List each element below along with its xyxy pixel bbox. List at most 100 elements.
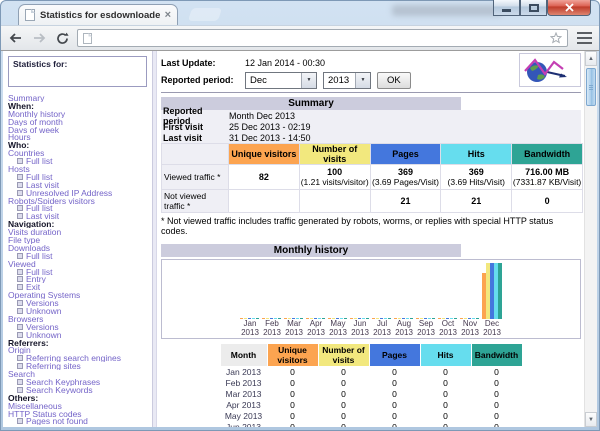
sidebar-item[interactable]: Visits duration bbox=[8, 228, 152, 236]
sidebar-item[interactable]: Last visit bbox=[8, 181, 152, 189]
sidebar-item[interactable]: Downloads bbox=[8, 244, 152, 252]
sidebar-item[interactable]: Browsers bbox=[8, 315, 152, 323]
sidebar-item[interactable]: Referring search engines bbox=[8, 354, 152, 362]
sidebar-item[interactable]: HTTP Status codes bbox=[8, 410, 152, 418]
sidebar-item[interactable]: Exit bbox=[8, 283, 152, 291]
sidebar-item[interactable]: Full list bbox=[8, 252, 152, 260]
browser-tab[interactable]: Statistics for esdownloade × bbox=[18, 4, 178, 25]
dropdown-arrow-icon[interactable]: ▼ bbox=[355, 72, 370, 88]
expand-icon[interactable] bbox=[17, 323, 23, 330]
value-cell: 0 bbox=[392, 411, 397, 421]
sidebar-item[interactable]: Hosts bbox=[8, 165, 152, 173]
sidebar-item-label: Downloads bbox=[8, 243, 51, 252]
expand-icon[interactable] bbox=[17, 386, 23, 393]
sidebar-section-header: Referrers: bbox=[8, 339, 152, 347]
scroll-up-button[interactable]: ▲ bbox=[585, 51, 597, 66]
sidebar-item[interactable]: Monthly history bbox=[8, 110, 152, 118]
table-row: May 2013 0 0 0 0 0 bbox=[221, 411, 522, 421]
year-select[interactable]: 2013 ▼ bbox=[323, 71, 371, 89]
sidebar-item[interactable]: Origin bbox=[8, 347, 152, 355]
sidebar-item[interactable]: Search Keywords bbox=[8, 386, 152, 394]
page-content: Statistics for: Summary When: Monthly hist… bbox=[3, 51, 597, 427]
sidebar-item[interactable]: Full list bbox=[8, 204, 152, 212]
viewed-traffic-label: Viewed traffic * bbox=[162, 165, 228, 189]
expand-icon[interactable] bbox=[17, 181, 23, 188]
vertical-scrollbar[interactable]: ▲ ▼ bbox=[584, 51, 597, 427]
sidebar-item[interactable]: Referring sites bbox=[8, 362, 152, 370]
sidebar-item[interactable]: Days of month bbox=[8, 118, 152, 126]
sidebar-item[interactable]: Hours bbox=[8, 133, 152, 141]
expand-icon[interactable] bbox=[17, 205, 23, 212]
expand-icon[interactable] bbox=[17, 363, 23, 370]
month-select[interactable]: Dec ▼ bbox=[245, 71, 317, 89]
expand-icon[interactable] bbox=[17, 268, 23, 275]
menu-icon[interactable] bbox=[577, 32, 592, 44]
sidebar-item[interactable]: Unknown bbox=[8, 331, 152, 339]
expand-icon[interactable] bbox=[17, 418, 23, 425]
bookmark-star-icon[interactable] bbox=[550, 32, 562, 44]
sidebar-item[interactable]: Full list bbox=[8, 268, 152, 275]
value-cell: 0 bbox=[443, 389, 448, 399]
monthly-column-header: Bandwidth bbox=[471, 344, 522, 366]
value-cell: 0 bbox=[392, 422, 397, 427]
column-header: Number of visits bbox=[299, 144, 370, 164]
sidebar-item[interactable]: Versions bbox=[8, 299, 152, 307]
close-button[interactable] bbox=[547, 0, 591, 16]
maximize-button[interactable] bbox=[520, 0, 547, 16]
scrollbar-thumb[interactable] bbox=[586, 68, 596, 106]
sidebar-item-label: Viewed bbox=[8, 259, 36, 268]
expand-icon[interactable] bbox=[17, 213, 23, 220]
expand-icon[interactable] bbox=[17, 173, 23, 180]
value-cell: 0 bbox=[290, 400, 295, 410]
expand-icon[interactable] bbox=[17, 307, 23, 314]
expand-icon[interactable] bbox=[17, 158, 23, 165]
sidebar-item-label: Robots/Spiders visitors bbox=[8, 196, 95, 205]
sidebar-item[interactable]: File type bbox=[8, 236, 152, 244]
viewed-sub-value: (1.21 visits/visitor) bbox=[300, 177, 369, 187]
expand-icon[interactable] bbox=[17, 300, 23, 307]
sidebar-item[interactable]: Full list bbox=[8, 173, 152, 181]
sidebar-item[interactable]: Robots/Spiders visitors bbox=[8, 197, 152, 205]
scroll-down-button[interactable]: ▼ bbox=[585, 412, 597, 427]
expand-icon[interactable] bbox=[17, 284, 23, 291]
sidebar-item[interactable]: Search Keyphrases bbox=[8, 378, 152, 386]
value-cell: 0 bbox=[392, 400, 397, 410]
sidebar-item[interactable]: Summary bbox=[8, 94, 152, 102]
dropdown-arrow-icon[interactable]: ▼ bbox=[301, 72, 316, 88]
sidebar-item[interactable]: Countries bbox=[8, 149, 152, 157]
expand-icon[interactable] bbox=[17, 276, 23, 283]
expand-icon[interactable] bbox=[17, 252, 23, 259]
expand-icon[interactable] bbox=[17, 379, 23, 385]
tab-close-icon[interactable]: × bbox=[165, 10, 171, 21]
sidebar-item[interactable]: Entry bbox=[8, 275, 152, 283]
value-cell: 0 bbox=[392, 389, 397, 399]
sidebar-item-label: Days of week bbox=[8, 125, 60, 134]
sidebar-item[interactable]: Days of week bbox=[8, 126, 152, 134]
expand-icon[interactable] bbox=[17, 355, 23, 362]
expand-icon[interactable] bbox=[17, 189, 23, 196]
sidebar-item[interactable]: Unknown bbox=[8, 307, 152, 315]
address-bar[interactable] bbox=[77, 29, 568, 47]
ok-button[interactable]: OK bbox=[377, 71, 411, 89]
sidebar-item[interactable]: Miscellaneous bbox=[8, 402, 152, 410]
sidebar-item[interactable]: Full list bbox=[8, 157, 152, 165]
chart-bars bbox=[460, 261, 480, 319]
sidebar-item[interactable]: Search bbox=[8, 370, 152, 378]
sidebar-item[interactable]: Operating Systems bbox=[8, 291, 152, 299]
minimize-button[interactable] bbox=[493, 0, 520, 16]
value-cell: 0 bbox=[290, 411, 295, 421]
new-tab-button[interactable] bbox=[187, 8, 223, 21]
sidebar-item[interactable]: Unresolved IP Address bbox=[8, 189, 152, 197]
value-cell: 0 bbox=[443, 400, 448, 410]
not-viewed-value-cell: 21 bbox=[441, 190, 512, 212]
sidebar-item[interactable]: Versions bbox=[8, 323, 152, 331]
refresh-button[interactable] bbox=[54, 30, 70, 46]
value-cell: 0 bbox=[341, 400, 346, 410]
expand-icon[interactable] bbox=[17, 331, 23, 338]
chart-month-column: May 2013 bbox=[327, 261, 349, 337]
sidebar-item[interactable]: Pages not found bbox=[8, 418, 152, 425]
forward-button[interactable] bbox=[31, 30, 47, 46]
back-button[interactable] bbox=[8, 30, 24, 46]
sidebar-item[interactable]: Viewed bbox=[8, 260, 152, 268]
sidebar-item[interactable]: Last visit bbox=[8, 212, 152, 220]
